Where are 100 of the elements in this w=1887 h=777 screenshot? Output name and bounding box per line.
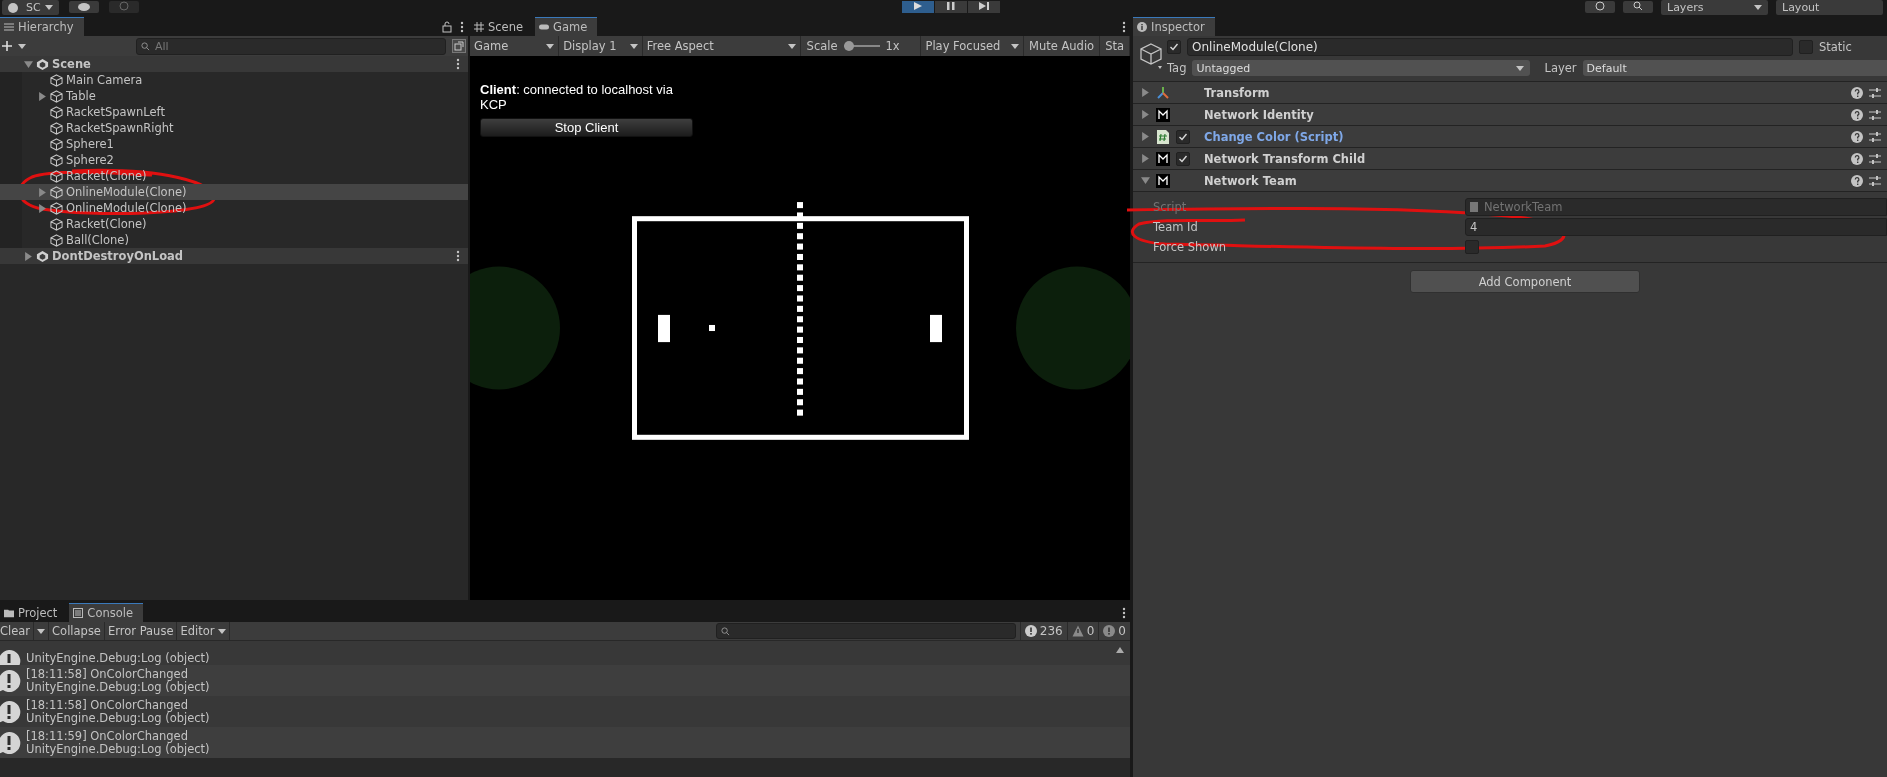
tag-dropdown[interactable]: Untagged (1192, 60, 1531, 76)
collapsed-arrow-icon[interactable] (24, 251, 33, 261)
scene-name[interactable]: Scene (52, 57, 91, 71)
clear-options-dropdown[interactable] (34, 622, 50, 640)
more-options-icon[interactable] (460, 20, 464, 33)
hierarchy-item[interactable]: Racket(Clone) (0, 216, 468, 232)
hierarchy-item[interactable]: RacketSpawnLeft (0, 104, 468, 120)
search-field[interactable]: All (136, 37, 446, 55)
hierarchy-item[interactable]: Sphere2 (0, 152, 468, 168)
checkbox[interactable] (1176, 129, 1190, 144)
log-count-toggle[interactable]: 236 (1019, 622, 1067, 640)
checkbox[interactable] (1799, 40, 1813, 54)
log-count-toggle[interactable]: 0 (1098, 622, 1130, 640)
more-options-icon[interactable] (1122, 20, 1126, 33)
log-text[interactable]: UnityEngine.Debug:Log (object) (26, 652, 210, 665)
play-button[interactable] (902, 0, 934, 14)
hierarchy-item[interactable]: Ball(Clone) (0, 232, 468, 248)
hierarchy-item[interactable]: OnlineModule(Clone) (0, 200, 468, 216)
log-text[interactable]: UnityEngine.Debug:Log (object) (26, 680, 210, 694)
pause-button[interactable] (935, 0, 967, 14)
info-icon (0, 668, 21, 693)
view-tab[interactable]: Scene (470, 17, 534, 36)
expanded-arrow-icon[interactable] (24, 59, 33, 69)
toggle-button[interactable]: Collapse (49, 622, 105, 640)
info-icon (1137, 22, 1147, 32)
log-text[interactable]: UnityEngine.Debug:Log (object) (26, 711, 210, 725)
expanded-arrow-icon[interactable] (1141, 176, 1150, 185)
number-field[interactable]: 4 (1465, 218, 1887, 236)
cube-icon (50, 185, 63, 199)
checkbox[interactable] (1465, 240, 1479, 254)
more-options-icon[interactable] (456, 58, 460, 70)
cloud-icon[interactable] (68, 0, 99, 14)
collapsed-arrow-icon[interactable] (1141, 88, 1150, 97)
component-header[interactable]: Network Transform Child (1133, 148, 1887, 170)
settings-icon[interactable] (1869, 130, 1881, 143)
component-header[interactable]: Transform (1133, 82, 1887, 104)
maximize-icon[interactable] (452, 39, 466, 53)
clear-button[interactable]: Clear (0, 622, 35, 640)
collapsed-arrow-icon[interactable] (1141, 154, 1150, 163)
more-options-icon[interactable] (456, 250, 460, 262)
help-icon[interactable] (1851, 152, 1863, 165)
panel-tab[interactable]: Console (69, 603, 143, 622)
component-header[interactable]: Change Color (Script) (1133, 126, 1887, 148)
collapsed-arrow-icon[interactable] (38, 91, 47, 101)
help-icon[interactable] (1851, 130, 1863, 143)
cube-icon (50, 121, 63, 135)
help-icon[interactable] (1851, 86, 1863, 99)
log-count-toggle[interactable]: 0 (1066, 622, 1099, 640)
view-tab[interactable]: Game (535, 17, 598, 36)
scroll-up-icon[interactable] (1116, 647, 1124, 653)
hierarchy-item[interactable]: Main Camera (0, 72, 468, 88)
checkbox[interactable] (1176, 151, 1190, 166)
panel-tab[interactable]: Project (0, 603, 68, 622)
console-icon (73, 608, 84, 618)
grid-icon (474, 21, 484, 32)
lock-icon[interactable] (442, 20, 452, 33)
settings-icon[interactable] (1869, 86, 1881, 99)
mirror-logo-icon (1156, 151, 1170, 166)
editor-dropdown[interactable]: Editor (177, 622, 230, 640)
toggle-button[interactable]: Error Pause (104, 622, 178, 640)
cube-icon (50, 169, 63, 183)
plus-icon (2, 41, 12, 51)
collapsed-arrow-icon[interactable] (1141, 110, 1150, 119)
layout-dropdown[interactable]: Layout (1776, 0, 1883, 15)
stop-client-button[interactable]: Stop Client (480, 118, 693, 137)
settings-icon[interactable] (1869, 174, 1881, 187)
help-icon[interactable] (1851, 108, 1863, 121)
add-component-button[interactable]: Add Component (1410, 270, 1640, 293)
hierarchy-item[interactable]: OnlineModule(Clone) (0, 184, 468, 200)
cube-icon[interactable] (1139, 42, 1163, 70)
log-text[interactable]: UnityEngine.Debug:Log (object) (26, 742, 210, 756)
folder-icon (4, 607, 14, 618)
hierarchy-item[interactable]: RacketSpawnRight (0, 120, 468, 136)
settings-icon[interactable] (1869, 108, 1881, 121)
layer-dropdown[interactable]: Default (1582, 60, 1887, 76)
add-dropdown[interactable] (2, 41, 26, 51)
search-field[interactable] (715, 623, 1016, 639)
search-icon[interactable] (1623, 0, 1653, 14)
layers-dropdown[interactable]: Layers (1661, 0, 1768, 15)
cube-icon (50, 105, 63, 119)
step-button[interactable] (968, 0, 1000, 14)
object-name-field[interactable]: OnlineModule(Clone) (1187, 38, 1793, 56)
hierarchy-tab[interactable]: Hierarchy (0, 17, 84, 36)
inspector-tab[interactable]: Inspector (1133, 17, 1215, 36)
log-text[interactable]: [18:11:59] OnColorChanged (26, 729, 210, 743)
more-options-icon[interactable] (1122, 606, 1126, 619)
log-text[interactable]: [18:11:58] OnColorChanged (26, 667, 210, 681)
help-icon[interactable] (1851, 174, 1863, 187)
gamepad-icon (539, 22, 550, 32)
hierarchy-item[interactable]: Table (0, 88, 468, 104)
hierarchy-item[interactable]: Sphere1 (0, 136, 468, 152)
settings-icon[interactable] (1869, 152, 1881, 165)
cube-icon (50, 217, 63, 231)
mirror-logo-icon (1156, 107, 1170, 122)
log-text[interactable]: [18:11:58] OnColorChanged (26, 698, 210, 712)
account-dropdown[interactable]: SC (2, 0, 59, 15)
checkbox[interactable] (1167, 40, 1181, 54)
component-header[interactable]: Network Identity (1133, 104, 1887, 126)
collapsed-arrow-icon[interactable] (1141, 132, 1150, 141)
component-header[interactable]: Network Team (1133, 170, 1887, 192)
